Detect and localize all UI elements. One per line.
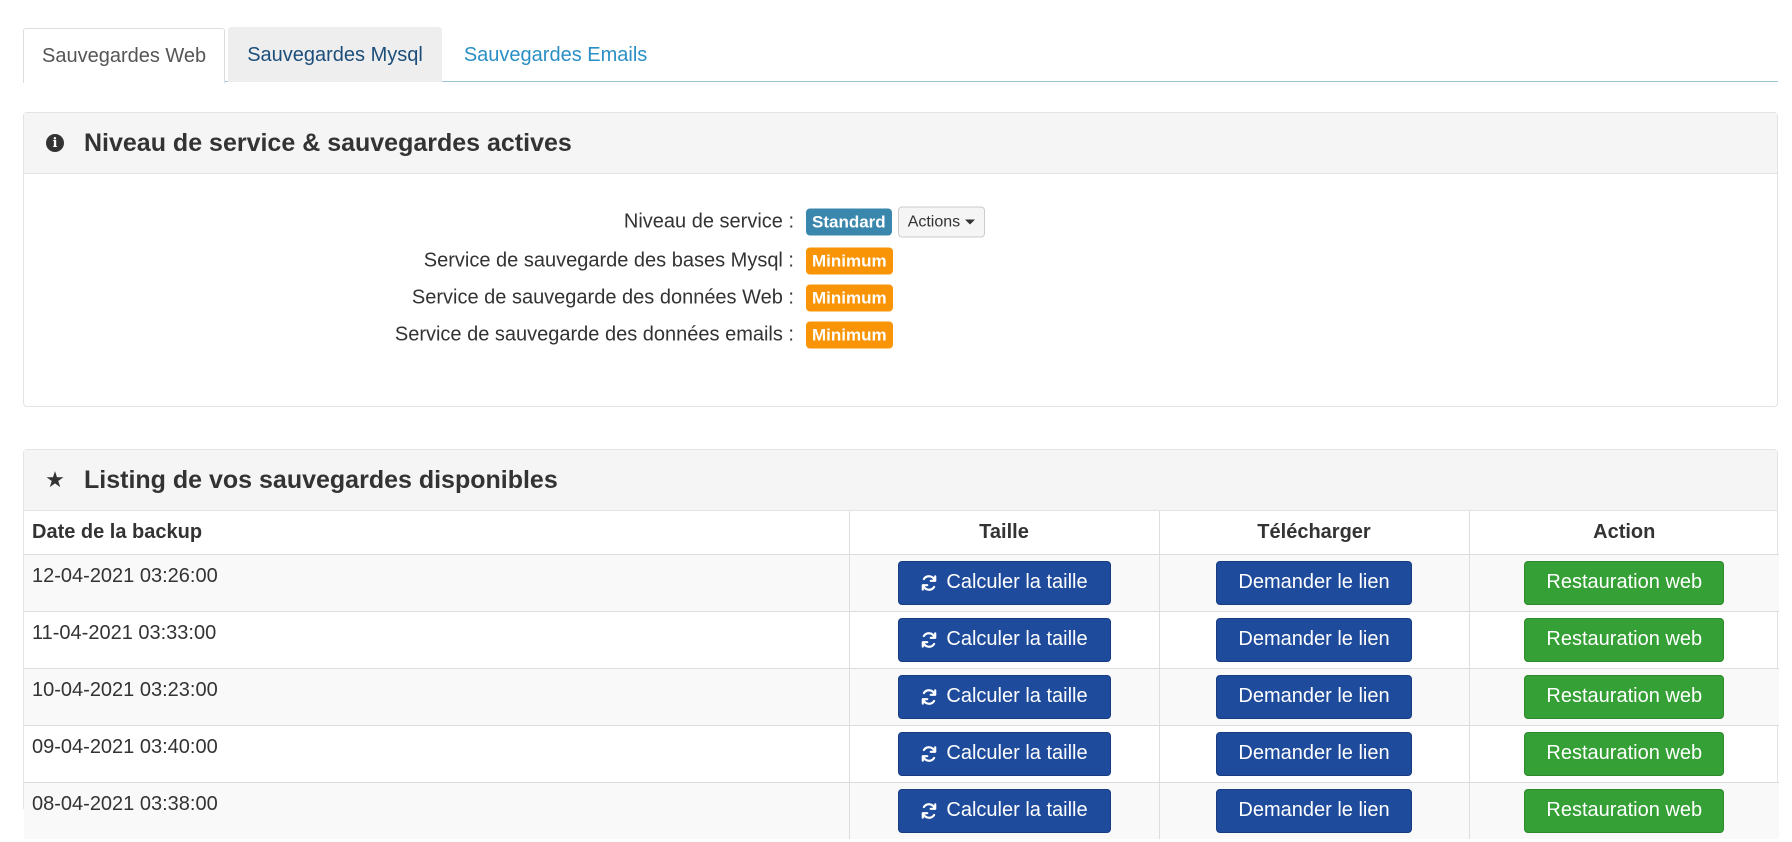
restore-web-button[interactable]: Restauration web — [1524, 560, 1725, 605]
column-header-action: Action — [1468, 511, 1779, 555]
calculate-size-label: Calculer la taille — [946, 685, 1088, 707]
restore-web-button[interactable]: Restauration web — [1524, 617, 1725, 662]
backup-date: 10-04-2021 03:23:00 — [24, 667, 849, 725]
status-badge-minimum: Minimum — [806, 247, 893, 275]
backup-date: 11-04-2021 03:33:00 — [24, 610, 849, 668]
service-row-mysql: Service de sauvegarde des bases Mysql : … — [24, 246, 1777, 276]
column-header-size: Taille — [848, 511, 1159, 555]
info-icon: i — [44, 134, 66, 152]
table-row: 08-04-2021 03:38:00 Calculer la taille D… — [24, 781, 1779, 839]
request-link-button[interactable]: Demander le lien — [1216, 731, 1412, 776]
backup-date: 12-04-2021 03:26:00 — [24, 553, 849, 611]
backup-listing-panel: ★ Listing de vos sauvegardes disponibles… — [23, 449, 1779, 839]
column-header-date: Date de la backup — [24, 511, 849, 555]
status-badge-minimum: Minimum — [806, 321, 893, 349]
backup-date: 09-04-2021 03:40:00 — [24, 724, 849, 782]
page-container: Sauvegardes Web Sauvegardes Mysql Sauveg… — [23, 27, 1779, 839]
service-web-label: Service de sauvegarde des données Web : — [411, 286, 794, 309]
restore-web-button[interactable]: Restauration web — [1524, 731, 1725, 776]
actions-label: Actions — [907, 213, 961, 230]
service-row-web: Service de sauvegarde des données Web : … — [24, 283, 1777, 313]
calculate-size-button[interactable]: Calculer la taille — [897, 674, 1111, 719]
refresh-icon — [922, 631, 937, 648]
table-row: 12-04-2021 03:26:00 Calculer la taille D… — [24, 553, 1779, 611]
status-badge-standard: Standard — [806, 208, 892, 236]
service-row-level: Niveau de service : Standard Actions — [24, 206, 1777, 238]
listing-panel-header: ★ Listing de vos sauvegardes disponibles — [24, 450, 1777, 511]
calculate-size-button[interactable]: Calculer la taille — [897, 731, 1111, 776]
restore-web-button[interactable]: Restauration web — [1524, 674, 1725, 719]
service-mysql-label: Service de sauvegarde des bases Mysql : — [423, 249, 794, 272]
service-level-panel: i Niveau de service & sauvegardes active… — [23, 112, 1778, 407]
backup-table-body: 12-04-2021 03:26:00 Calculer la taille D… — [24, 553, 1779, 839]
tab-sauvegardes-web[interactable]: Sauvegardes Web — [23, 28, 226, 83]
calculate-size-label: Calculer la taille — [946, 628, 1088, 650]
restore-web-button[interactable]: Restauration web — [1524, 788, 1725, 833]
calculate-size-label: Calculer la taille — [946, 571, 1088, 593]
refresh-icon — [922, 745, 937, 762]
service-emails-label: Service de sauvegarde des données emails… — [394, 323, 794, 346]
request-link-button[interactable]: Demander le lien — [1216, 617, 1412, 662]
table-row: 11-04-2021 03:33:00 Calculer la taille D… — [24, 610, 1779, 668]
request-link-button[interactable]: Demander le lien — [1216, 674, 1412, 719]
star-icon: ★ — [45, 467, 65, 492]
table-header-row: Date de la backup Taille Télécharger Act… — [24, 511, 1779, 555]
service-panel-header: i Niveau de service & sauvegardes active… — [24, 113, 1777, 174]
tab-sauvegardes-emails[interactable]: Sauvegardes Emails — [445, 27, 666, 82]
table-row: 09-04-2021 03:40:00 Calculer la taille D… — [24, 724, 1779, 782]
calculate-size-button[interactable]: Calculer la taille — [897, 788, 1111, 833]
refresh-icon — [922, 688, 937, 705]
caret-down-icon — [965, 219, 976, 225]
service-row-emails: Service de sauvegarde des données emails… — [24, 320, 1777, 350]
request-link-button[interactable]: Demander le lien — [1216, 788, 1412, 833]
backup-tabs: Sauvegardes Web Sauvegardes Mysql Sauveg… — [23, 27, 1778, 83]
actions-dropdown-button[interactable]: Actions — [897, 206, 986, 238]
service-rows: Niveau de service : Standard Actions Ser… — [24, 174, 1777, 406]
backup-table: Date de la backup Taille Télécharger Act… — [24, 511, 1779, 839]
listing-panel-title: Listing de vos sauvegardes disponibles — [84, 465, 558, 494]
column-header-download: Télécharger — [1158, 511, 1469, 555]
backup-date: 08-04-2021 03:38:00 — [24, 781, 849, 839]
calculate-size-label: Calculer la taille — [946, 742, 1088, 764]
calculate-size-label: Calculer la taille — [946, 799, 1088, 822]
service-level-label: Niveau de service : — [623, 210, 794, 233]
calculate-size-button[interactable]: Calculer la taille — [897, 560, 1111, 605]
calculate-size-button[interactable]: Calculer la taille — [897, 617, 1111, 662]
table-row: 10-04-2021 03:23:00 Calculer la taille D… — [24, 667, 1779, 725]
service-panel-title: Niveau de service & sauvegardes actives — [84, 128, 572, 157]
status-badge-minimum: Minimum — [806, 284, 893, 312]
request-link-button[interactable]: Demander le lien — [1216, 560, 1412, 605]
refresh-icon — [922, 802, 937, 819]
refresh-icon — [922, 574, 937, 591]
tab-sauvegardes-mysql[interactable]: Sauvegardes Mysql — [228, 27, 442, 82]
